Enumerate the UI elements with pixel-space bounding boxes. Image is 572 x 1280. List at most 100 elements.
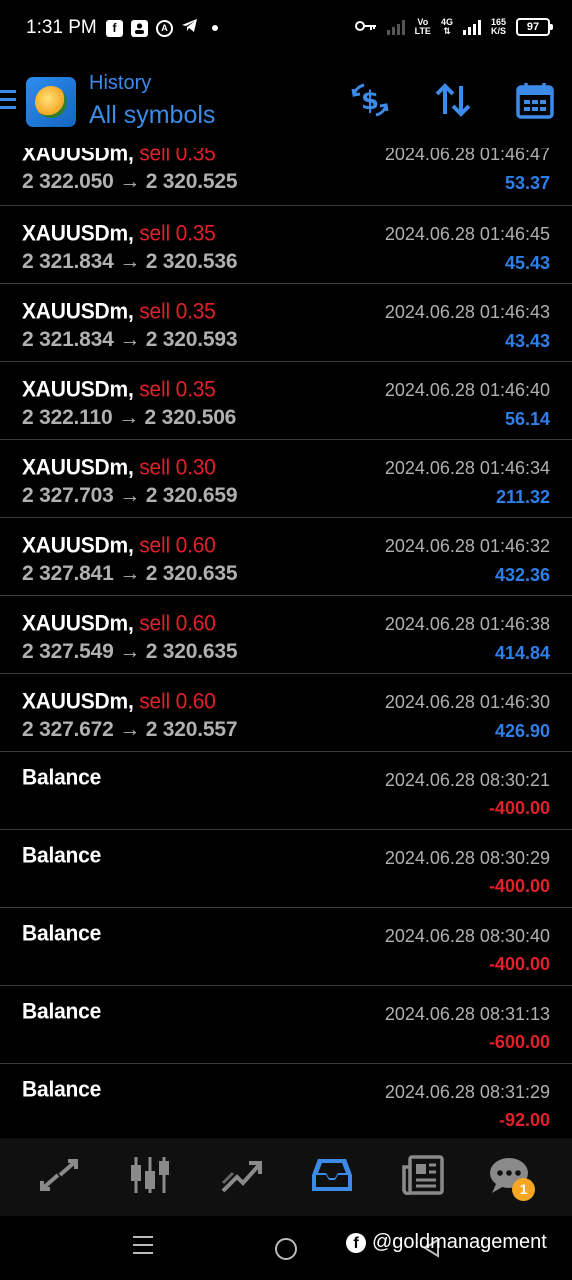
tab-news[interactable] xyxy=(386,1138,460,1216)
symbol: XAUUSDm, xyxy=(22,299,134,324)
symbol: XAUUSDm, xyxy=(22,455,134,480)
notification-icons: f A xyxy=(106,18,218,38)
trade-time: 2024.06.28 01:46:45 xyxy=(384,224,550,244)
status-time: 1:31 PM xyxy=(26,17,97,38)
trade-icon xyxy=(219,1155,263,1200)
tab-quotes[interactable] xyxy=(22,1138,96,1216)
trade-profit: 56.14 xyxy=(504,409,550,429)
page-title[interactable]: All symbols xyxy=(89,101,215,130)
price-range: 2 321.834 → 2 320.593 xyxy=(22,328,238,351)
trade-time: 2024.06.28 01:46:32 xyxy=(384,536,550,556)
bottom-tab-bar: 1 xyxy=(0,1138,572,1216)
metatrader-logo xyxy=(26,77,76,127)
price-range: 2 322.050 → 2 320.525 xyxy=(22,170,238,193)
trade-type: sell 0.35 xyxy=(139,377,216,402)
facebook-icon: f xyxy=(346,1232,366,1253)
sort-arrows-icon[interactable] xyxy=(434,82,472,118)
balance-row[interactable]: Balance 2024.06.28 08:30:29 -400.00 xyxy=(0,830,572,908)
dollar-exchange-icon[interactable]: $ xyxy=(350,80,390,120)
balance-row[interactable]: Balance 2024.06.28 08:31:29 -92.00 xyxy=(0,1064,572,1138)
trade-type: sell 0.35 xyxy=(139,221,216,246)
balance-time: 2024.06.28 08:31:29 xyxy=(384,1082,550,1102)
network-gen-label: 4G ⇅ xyxy=(440,17,453,36)
home-button[interactable] xyxy=(275,1238,297,1260)
volte-label: Vo LTE xyxy=(414,17,431,36)
trade-type: sell 0.30 xyxy=(139,455,216,480)
trade-profit: 414.84 xyxy=(494,643,550,663)
profile-notification-icon xyxy=(131,19,148,37)
trade-profit: 43.43 xyxy=(504,331,550,351)
trade-row[interactable]: XAUUSDm, sell 0.60 2 327.672 → 2 320.557… xyxy=(0,674,572,752)
recent-apps-button[interactable] xyxy=(133,1236,153,1260)
more-notifications-dot xyxy=(212,25,218,31)
trade-row[interactable]: XAUUSDm, sell 0.35 2 322.050 → 2 320.525… xyxy=(0,148,572,206)
trade-row[interactable]: XAUUSDm, sell 0.30 2 327.703 → 2 320.659… xyxy=(0,440,572,518)
price-range: 2 327.703 → 2 320.659 xyxy=(22,484,238,507)
signal-strength-2-icon xyxy=(462,19,481,35)
balance-time: 2024.06.28 08:30:21 xyxy=(384,770,550,790)
trade-row[interactable]: XAUUSDm, sell 0.60 2 327.549 → 2 320.635… xyxy=(0,596,572,674)
trade-row[interactable]: XAUUSDm, sell 0.35 2 321.834 → 2 320.536… xyxy=(0,206,572,284)
balance-time: 2024.06.28 08:30:29 xyxy=(384,848,550,868)
key-icon xyxy=(354,20,377,35)
header-subtitle: History xyxy=(89,72,152,94)
trade-type: sell 0.60 xyxy=(139,533,216,558)
balance-row[interactable]: Balance 2024.06.28 08:30:21 -400.00 xyxy=(0,752,572,830)
balance-label: Balance xyxy=(22,843,102,868)
header-actions: $ xyxy=(350,80,554,120)
tab-messages[interactable]: 1 xyxy=(472,1138,546,1216)
quotes-icon xyxy=(38,1157,80,1198)
price-range: 2 327.841 → 2 320.635 xyxy=(22,562,238,585)
balance-label: Balance xyxy=(22,999,102,1024)
trade-profit: 211.32 xyxy=(495,487,550,507)
trade-type: sell 0.60 xyxy=(139,611,216,636)
trade-row[interactable]: XAUUSDm, sell 0.35 2 321.834 → 2 320.593… xyxy=(0,284,572,362)
price-range: 2 322.110 → 2 320.506 xyxy=(22,406,237,429)
trade-row[interactable]: XAUUSDm, sell 0.35 2 322.110 → 2 320.506… xyxy=(0,362,572,440)
system-nav-bar: f @goldmanagement xyxy=(0,1216,572,1280)
balance-time: 2024.06.28 08:30:40 xyxy=(384,926,550,946)
tab-chart[interactable] xyxy=(113,1138,187,1216)
balance-amount: -400.00 xyxy=(488,798,550,818)
hamburger-icon[interactable] xyxy=(0,90,16,114)
balance-row[interactable]: Balance 2024.06.28 08:31:13 -600.00 xyxy=(0,986,572,1064)
balance-time: 2024.06.28 08:31:13 xyxy=(384,1004,550,1024)
system-indicators: Vo LTE 4G ⇅ 165 K/S 97 xyxy=(354,17,553,36)
balance-amount: -600.00 xyxy=(488,1032,550,1052)
trade-row[interactable]: XAUUSDm, sell 0.60 2 327.841 → 2 320.635… xyxy=(0,518,572,596)
trade-profit: 426.90 xyxy=(494,721,550,741)
trade-time: 2024.06.28 01:46:34 xyxy=(384,458,550,478)
trade-type: sell 0.35 xyxy=(139,148,216,166)
balance-row[interactable]: Balance 2024.06.28 08:30:40 -400.00 xyxy=(0,908,572,986)
history-list[interactable]: XAUUSDm, sell 0.35 2 322.050 → 2 320.525… xyxy=(0,148,572,1138)
trade-time: 2024.06.28 01:46:38 xyxy=(384,614,550,634)
news-icon xyxy=(402,1154,444,1200)
svg-text:$: $ xyxy=(361,86,379,116)
tab-trade[interactable] xyxy=(204,1138,278,1216)
trade-time: 2024.06.28 01:46:40 xyxy=(384,380,550,400)
price-range: 2 327.549 → 2 320.635 xyxy=(22,640,238,663)
tab-history[interactable] xyxy=(295,1138,369,1216)
battery-indicator: 97 xyxy=(516,18,553,36)
watermark: f @goldmanagement xyxy=(346,1231,547,1254)
trade-profit: 432.36 xyxy=(494,565,550,585)
header-titles: History All symbols xyxy=(89,72,215,130)
telegram-notification-icon xyxy=(181,18,198,38)
symbol: XAUUSDm, xyxy=(22,689,134,714)
symbol: XAUUSDm, xyxy=(22,148,134,166)
symbol: XAUUSDm, xyxy=(22,221,134,246)
watermark-text: @goldmanagement xyxy=(372,1231,547,1253)
balance-amount: -92.00 xyxy=(498,1110,550,1130)
status-bar: 1:31 PM f A Vo LTE 4G ⇅ 165 K/S 97 xyxy=(0,0,572,58)
history-icon xyxy=(310,1155,354,1200)
facebook-notification-icon: f xyxy=(106,19,123,37)
symbol: XAUUSDm, xyxy=(22,533,134,558)
calendar-icon[interactable] xyxy=(516,81,554,119)
trade-type: sell 0.60 xyxy=(139,689,216,714)
balance-label: Balance xyxy=(22,921,102,946)
app-notification-icon: A xyxy=(156,19,173,37)
price-range: 2 327.672 → 2 320.557 xyxy=(22,718,238,741)
trade-time: 2024.06.28 01:46:30 xyxy=(384,692,550,712)
signal-strength-1-icon xyxy=(386,19,405,35)
symbol: XAUUSDm, xyxy=(22,377,134,402)
